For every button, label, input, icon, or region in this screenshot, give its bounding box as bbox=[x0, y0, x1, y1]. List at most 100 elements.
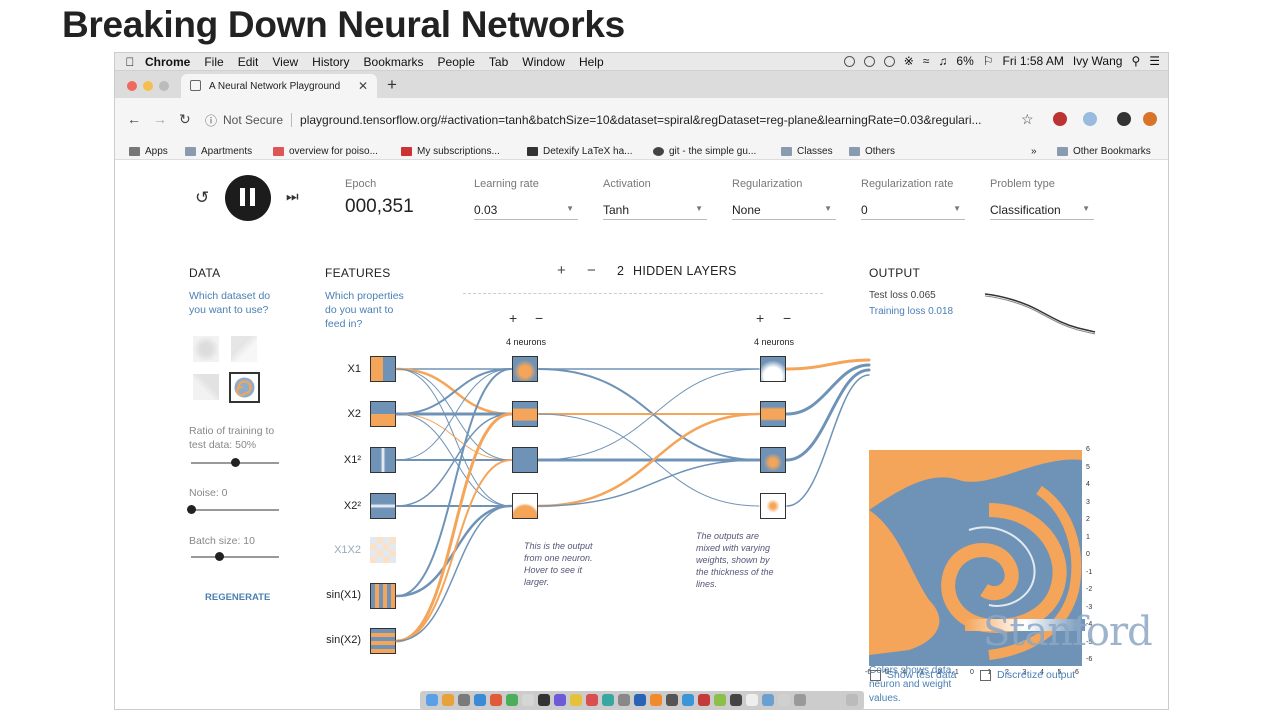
bookmark-subscriptions[interactable]: My subscriptions... bbox=[401, 146, 500, 157]
app-icon[interactable] bbox=[634, 694, 646, 706]
menu-chrome[interactable]: Chrome bbox=[145, 55, 190, 69]
menu-view[interactable]: View bbox=[272, 55, 298, 69]
neuron-l2-1[interactable] bbox=[760, 356, 786, 382]
discretize-output-label[interactable]: Discretize output bbox=[997, 669, 1075, 681]
time-machine-icon[interactable] bbox=[883, 55, 895, 67]
bookmark-label: Detexify LaTeX ha... bbox=[543, 146, 633, 157]
show-test-data-label[interactable]: Show test data bbox=[887, 669, 956, 681]
extension-icon[interactable] bbox=[1083, 112, 1097, 126]
reload-icon[interactable]: ↻ bbox=[179, 111, 191, 128]
app-icon[interactable] bbox=[570, 694, 582, 706]
neuron-l2-2[interactable] bbox=[760, 401, 786, 427]
forward-icon[interactable]: → bbox=[153, 111, 167, 127]
wifi-icon[interactable]: ≈ bbox=[923, 54, 930, 68]
back-icon[interactable]: ← bbox=[127, 111, 141, 127]
neuron-l2-3[interactable] bbox=[760, 447, 786, 473]
neuron-l1-3[interactable] bbox=[512, 447, 538, 473]
y-tick-label: -6 bbox=[1086, 656, 1093, 663]
extension-orange-icon[interactable] bbox=[1143, 112, 1157, 126]
app-icon[interactable] bbox=[602, 694, 614, 706]
app-icon[interactable] bbox=[666, 694, 678, 706]
close-window-button[interactable] bbox=[127, 81, 137, 91]
discretize-output-checkbox[interactable] bbox=[980, 670, 991, 681]
app-icon[interactable] bbox=[746, 694, 758, 706]
neuron-l2-4[interactable] bbox=[760, 493, 786, 519]
app-icon[interactable] bbox=[682, 694, 694, 706]
bluetooth-icon[interactable]: ※ bbox=[904, 54, 914, 68]
bookmark-label: Apps bbox=[145, 146, 168, 157]
app-icon[interactable] bbox=[618, 694, 630, 706]
dropbox-icon[interactable] bbox=[863, 55, 875, 67]
bookmark-star-icon[interactable]: ☆ bbox=[1021, 111, 1034, 128]
volume-icon[interactable]: ♫ bbox=[938, 54, 947, 68]
apple-icon[interactable]:  bbox=[115, 55, 145, 69]
tab-playground[interactable]: A Neural Network Playground ✕ bbox=[181, 74, 377, 98]
neuron-l1-4[interactable] bbox=[512, 493, 538, 519]
show-test-data-checkbox[interactable] bbox=[870, 670, 881, 681]
finder-icon[interactable] bbox=[426, 694, 438, 706]
menu-bookmarks[interactable]: Bookmarks bbox=[364, 55, 424, 69]
bookmark-git[interactable]: git - the simple gu... bbox=[653, 146, 756, 157]
bookmark-apps[interactable]: Apps bbox=[129, 146, 168, 157]
notification-icon[interactable]: ☰ bbox=[1149, 54, 1160, 68]
mac-dock bbox=[420, 691, 864, 709]
bookmark-others[interactable]: Others bbox=[849, 146, 895, 157]
weights-hint: The outputs are mixed with varying weigh… bbox=[696, 531, 774, 589]
bookmark-other-bookmarks[interactable]: Other Bookmarks bbox=[1057, 146, 1151, 157]
record-icon[interactable] bbox=[843, 55, 855, 67]
info-icon[interactable]: ⓘ bbox=[205, 112, 217, 129]
app-icon[interactable] bbox=[522, 694, 534, 706]
bookmark-classes[interactable]: Classes bbox=[781, 146, 833, 157]
app-icon[interactable] bbox=[762, 694, 774, 706]
menu-help[interactable]: Help bbox=[579, 55, 604, 69]
weight-line bbox=[396, 368, 512, 415]
new-tab-button[interactable]: + bbox=[387, 75, 397, 95]
app-icon[interactable] bbox=[794, 694, 806, 706]
profile-avatar[interactable] bbox=[1117, 112, 1131, 126]
app-icon[interactable] bbox=[586, 694, 598, 706]
app-icon[interactable] bbox=[442, 694, 454, 706]
app-icon[interactable] bbox=[538, 694, 550, 706]
menu-file[interactable]: File bbox=[204, 55, 223, 69]
trash-icon[interactable] bbox=[846, 694, 858, 706]
app-icon[interactable] bbox=[698, 694, 710, 706]
flag-icon[interactable]: ⚐ bbox=[983, 54, 994, 68]
menu-window[interactable]: Window bbox=[522, 55, 565, 69]
weight-line bbox=[785, 363, 871, 416]
security-label: Not Secure bbox=[223, 113, 284, 127]
spotlight-icon[interactable]: ⚲ bbox=[1131, 54, 1140, 68]
app-icon[interactable] bbox=[778, 694, 790, 706]
tab-title: A Neural Network Playground bbox=[209, 80, 341, 92]
battery-percent: 6% bbox=[956, 54, 974, 68]
menu-history[interactable]: History bbox=[312, 55, 349, 69]
minimize-window-button[interactable] bbox=[143, 81, 153, 91]
app-icon[interactable] bbox=[458, 694, 470, 706]
bookmark-overview[interactable]: overview for poiso... bbox=[273, 146, 378, 157]
url-bar[interactable]: ⓘ Not Secure playground.tensorflow.org/#… bbox=[205, 108, 1025, 132]
app-icon[interactable] bbox=[474, 694, 486, 706]
bookmark-label: git - the simple gu... bbox=[669, 146, 757, 157]
user-name[interactable]: Ivy Wang bbox=[1073, 54, 1123, 68]
test-loss: Test loss 0.065 bbox=[869, 290, 936, 301]
zoom-window-button[interactable] bbox=[159, 81, 169, 91]
url-text[interactable]: playground.tensorflow.org/#activation=ta… bbox=[291, 113, 982, 127]
bookmark-label: My subscriptions... bbox=[417, 146, 500, 157]
bookmark-detexify[interactable]: Detexify LaTeX ha... bbox=[527, 146, 633, 157]
neuron-l1-2[interactable] bbox=[512, 401, 538, 427]
menu-people[interactable]: People bbox=[438, 55, 475, 69]
menu-edit[interactable]: Edit bbox=[238, 55, 259, 69]
app-icon[interactable] bbox=[490, 694, 502, 706]
neuron-l1-1[interactable] bbox=[512, 356, 538, 382]
bookmark-apartments[interactable]: Apartments bbox=[185, 146, 252, 157]
app-icon[interactable] bbox=[554, 694, 566, 706]
clock[interactable]: Fri 1:58 AM bbox=[1003, 54, 1064, 68]
app-icon[interactable] bbox=[506, 694, 518, 706]
app-icon[interactable] bbox=[650, 694, 662, 706]
adblock-icon[interactable] bbox=[1053, 112, 1067, 126]
loss-curve bbox=[984, 293, 1096, 335]
bookmarks-overflow-icon[interactable]: » bbox=[1031, 146, 1037, 157]
app-icon[interactable] bbox=[730, 694, 742, 706]
menu-tab[interactable]: Tab bbox=[489, 55, 508, 69]
close-tab-icon[interactable]: ✕ bbox=[358, 79, 368, 93]
app-icon[interactable] bbox=[714, 694, 726, 706]
